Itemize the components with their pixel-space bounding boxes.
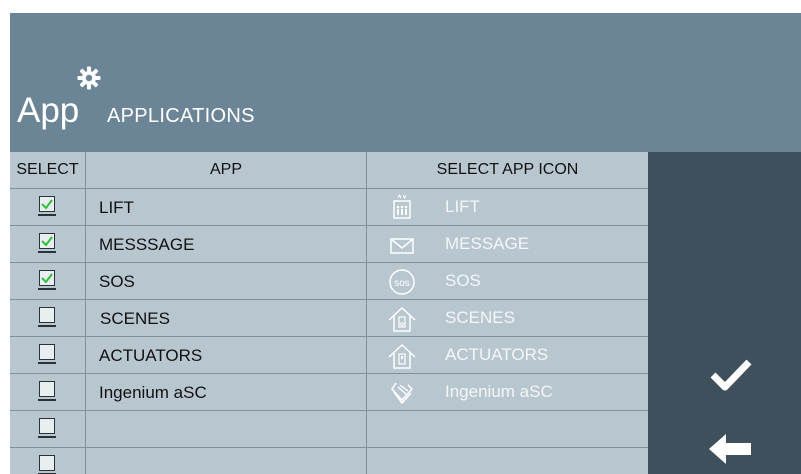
checkbox-underline: [38, 214, 56, 216]
home-scene-icon[interactable]: [387, 304, 417, 334]
sos-icon[interactable]: sos: [387, 267, 417, 297]
home-switch-icon[interactable]: [387, 341, 417, 371]
applications-table: SELECT APP SELECT APP ICON LIFT LIFT MES…: [10, 152, 648, 474]
table-row: MESSSAGE MESSAGE: [10, 226, 648, 263]
check-mark-icon: [41, 236, 53, 247]
checkbox-underline: [38, 436, 56, 438]
icon-label[interactable]: ACTUATORS: [445, 337, 548, 374]
select-checkbox[interactable]: [39, 418, 55, 434]
app-name[interactable]: LIFT: [99, 189, 134, 226]
envelope-icon[interactable]: [387, 230, 417, 260]
page-subtitle: APPLICATIONS: [107, 105, 255, 127]
icon-label[interactable]: Ingenium aSC: [445, 374, 553, 411]
select-checkbox[interactable]: [39, 233, 55, 249]
checkmark-icon[interactable]: [709, 357, 753, 393]
icon-label[interactable]: LIFT: [445, 189, 480, 226]
app-name[interactable]: SCENES: [100, 300, 170, 337]
select-checkbox[interactable]: [39, 344, 55, 360]
select-checkbox[interactable]: [39, 455, 55, 471]
app-name[interactable]: MESSSAGE: [99, 226, 194, 263]
table-row: SCENES SCENES: [10, 300, 648, 337]
app-title: App: [17, 91, 80, 130]
side-panel: [648, 152, 801, 474]
check-mark-icon: [41, 273, 53, 284]
table-row: LIFT LIFT: [10, 189, 648, 226]
checkbox-underline: [38, 362, 56, 364]
gear-icon[interactable]: [77, 66, 101, 90]
table-row: SOS sos SOS: [10, 263, 648, 300]
select-checkbox[interactable]: [39, 270, 55, 286]
select-checkbox[interactable]: [39, 307, 55, 323]
table-row: [10, 411, 648, 448]
icon-label[interactable]: SOS: [445, 263, 481, 300]
table-row: Ingenium aSC Ingenium aSC: [10, 374, 648, 411]
app-name[interactable]: Ingenium aSC: [99, 374, 207, 411]
lift-icon[interactable]: [387, 193, 417, 223]
app-name[interactable]: SOS: [99, 263, 135, 300]
select-checkbox[interactable]: [39, 196, 55, 212]
icon-label[interactable]: SCENES: [445, 300, 515, 337]
checkbox-underline: [38, 251, 56, 253]
column-header-select: SELECT: [16, 161, 79, 178]
header-bar: [10, 13, 801, 152]
icon-label[interactable]: MESSAGE: [445, 226, 529, 263]
checkbox-underline: [38, 288, 56, 290]
table-row: [10, 448, 648, 474]
back-arrow-icon[interactable]: [707, 432, 753, 466]
svg-text:sos: sos: [394, 278, 410, 289]
app-name[interactable]: ACTUATORS: [99, 337, 202, 374]
ingenium-icon[interactable]: [387, 378, 417, 408]
checkbox-underline: [38, 325, 56, 327]
column-header-app: APP: [209, 161, 242, 178]
table-row: ACTUATORS ACTUATORS: [10, 337, 648, 374]
column-header-icon: SELECT APP ICON: [436, 161, 579, 178]
checkbox-underline: [38, 399, 56, 401]
select-checkbox[interactable]: [39, 381, 55, 397]
check-mark-icon: [41, 199, 53, 210]
